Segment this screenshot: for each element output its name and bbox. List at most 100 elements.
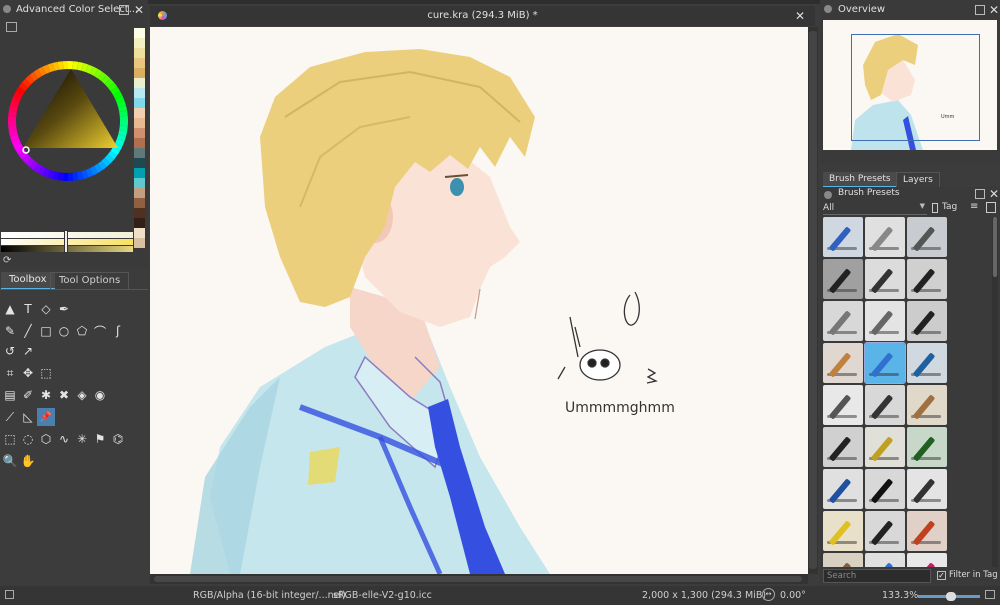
slider-handle[interactable] (64, 230, 68, 253)
brush-preset-tile[interactable] (823, 469, 863, 509)
close-panel-button[interactable]: ✕ (134, 4, 144, 16)
ellipse-select-icon[interactable]: ◌ (19, 430, 37, 448)
brush-preset-tile[interactable] (907, 427, 947, 467)
pin-tool-icon[interactable]: 📌 (37, 408, 55, 426)
color-swatch[interactable] (134, 138, 145, 148)
contiguous-select-icon[interactable]: ✳ (73, 430, 91, 448)
ellipse-tool-icon[interactable]: ○ (55, 322, 73, 340)
tab-toolbox[interactable]: Toolbox (1, 272, 55, 290)
recent-colors-column[interactable] (134, 28, 145, 248)
brush-preset-tile[interactable] (823, 511, 863, 551)
status-profile[interactable]: sRGB-elle-V2-g10.icc (333, 590, 432, 601)
polyline-tool-icon[interactable]: ⌒ (91, 322, 109, 340)
select-shapes-icon[interactable]: ▲ (1, 300, 19, 318)
brush-preset-tile[interactable] (865, 469, 905, 509)
calligraphy-icon[interactable]: ✒ (55, 300, 73, 318)
tab-brush-presets[interactable]: Brush Presets (823, 172, 897, 188)
overview-thumbnail[interactable]: Umm (823, 20, 997, 150)
reset-colors-icon[interactable]: ⟳ (3, 255, 11, 266)
gradient-tool-icon[interactable]: ▤ (1, 386, 19, 404)
brush-preset-tile[interactable] (907, 217, 947, 257)
color-swatch[interactable] (134, 238, 145, 248)
float-panel-button[interactable] (119, 5, 129, 15)
preset-search-input[interactable]: Search (823, 569, 931, 583)
tab-tool-options[interactable]: Tool Options (50, 272, 130, 290)
crop-icon[interactable]: ⌗ (1, 364, 19, 382)
color-swatch[interactable] (134, 208, 145, 218)
brush-preset-tile[interactable] (823, 427, 863, 467)
filter-in-tag-checkbox[interactable]: ✓ (937, 571, 946, 580)
brush-preset-tile[interactable] (907, 469, 947, 509)
fill-tool-icon[interactable]: ◈ (73, 386, 91, 404)
status-rotation[interactable]: 0.00° (780, 590, 806, 601)
color-swatch[interactable] (134, 228, 145, 238)
rectangle-tool-icon[interactable]: □ (37, 322, 55, 340)
overview-close-button[interactable]: ✕ (989, 4, 999, 16)
brush-preset-tile[interactable] (823, 385, 863, 425)
brush-preset-tile[interactable] (907, 511, 947, 551)
smart-patch-icon[interactable]: ✱ (37, 386, 55, 404)
status-color-space[interactable]: RGB/Alpha (16-bit integer/...nel) (193, 590, 346, 601)
brush-preset-tile[interactable] (907, 301, 947, 341)
color-swatch[interactable] (134, 28, 145, 38)
color-swatch[interactable] (134, 68, 145, 78)
color-wheel[interactable] (3, 56, 133, 186)
color-swatch[interactable] (134, 148, 145, 158)
brush-preset-tile[interactable] (865, 427, 905, 467)
tab-layers[interactable]: Layers (896, 172, 940, 188)
similar-select-icon[interactable]: ⚑ (91, 430, 109, 448)
brush-preset-tile[interactable] (823, 553, 863, 567)
presets-float-button[interactable] (975, 189, 985, 199)
brush-preset-tile[interactable] (823, 343, 863, 383)
canvas[interactable]: Ummmmghmm (150, 27, 808, 574)
color-swatch[interactable] (134, 38, 145, 48)
brush-preset-tile[interactable] (865, 385, 905, 425)
zoom-slider[interactable] (918, 592, 980, 601)
pan-tool-icon[interactable]: ✋ (19, 452, 37, 470)
color-swatch[interactable] (134, 58, 145, 68)
preset-filter-select[interactable]: All ▼ (823, 202, 927, 215)
view-menu-icon[interactable]: ≡ (970, 201, 978, 212)
brush-preset-tile[interactable] (907, 259, 947, 299)
brush-preset-tile[interactable] (865, 511, 905, 551)
color-swatch[interactable] (134, 48, 145, 58)
canvas-vertical-scrollbar[interactable] (808, 27, 818, 574)
move-tool-icon[interactable]: ✥ (19, 364, 37, 382)
status-bar-icon[interactable] (5, 590, 14, 599)
color-swatch[interactable] (134, 118, 145, 128)
brush-grid-scrollbar[interactable] (992, 217, 998, 567)
presets-close-button[interactable]: ✕ (989, 188, 999, 200)
brush-preset-tile[interactable] (865, 553, 905, 567)
text-tool-icon[interactable]: T (19, 300, 37, 318)
canvas-horizontal-scrollbar[interactable] (150, 574, 808, 584)
dynamic-brush-icon[interactable]: ↗ (19, 342, 37, 360)
brush-preset-tile[interactable] (907, 385, 947, 425)
brush-preset-tile[interactable] (864, 342, 906, 384)
rect-select-icon[interactable]: ⬚ (1, 430, 19, 448)
transform-icon[interactable]: ⬚ (37, 364, 55, 382)
brush-preset-tile[interactable] (907, 343, 947, 383)
line-tool-icon[interactable]: ╱ (19, 322, 37, 340)
edit-shapes-icon[interactable]: ◇ (37, 300, 55, 318)
display-mode-icon[interactable] (986, 202, 996, 213)
status-zoom[interactable]: 133.3% (882, 590, 918, 601)
bezier-select-icon[interactable]: ⌬ (109, 430, 127, 448)
tag-label[interactable]: Tag (942, 202, 957, 212)
color-swatch[interactable] (134, 128, 145, 138)
tag-icon[interactable] (932, 203, 938, 213)
color-swatch[interactable] (134, 78, 145, 88)
bezier-tool-icon[interactable]: ʃ (109, 322, 127, 340)
freehand-path-icon[interactable]: ↺ (1, 342, 19, 360)
color-swatch[interactable] (134, 158, 145, 168)
color-swatch[interactable] (134, 218, 145, 228)
brush-preset-tile[interactable] (865, 301, 905, 341)
brush-preset-tile[interactable] (823, 259, 863, 299)
brush-preset-tile[interactable] (823, 301, 863, 341)
brush-preset-tile[interactable] (865, 259, 905, 299)
multibrush-icon[interactable]: ✖ (55, 386, 73, 404)
measure-tool-icon[interactable]: ⟋ (1, 408, 19, 426)
color-swatch[interactable] (134, 168, 145, 178)
poly-select-icon[interactable]: ⬡ (37, 430, 55, 448)
color-swatch[interactable] (134, 88, 145, 98)
brush-preset-tile[interactable] (865, 217, 905, 257)
